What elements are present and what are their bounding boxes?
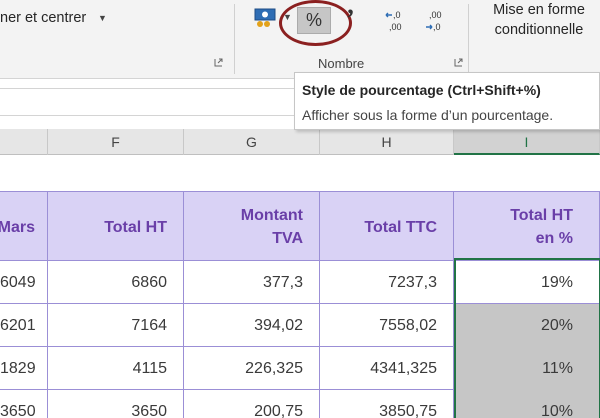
header-cell-total-ttc[interactable]: Total TTC — [320, 192, 454, 262]
cell-total-ttc[interactable]: 7558,02 — [320, 304, 454, 347]
decrease-decimal-icon[interactable]: ,00 ,0 — [424, 8, 448, 34]
column-header-g[interactable]: G — [184, 129, 320, 155]
tooltip-title: Style de pourcentage (Ctrl+Shift+%) — [302, 82, 541, 98]
tooltip-description: Afficher sous la forme d’un pourcentage. — [302, 107, 554, 123]
column-header-i[interactable]: I — [454, 129, 600, 155]
cell-total-ttc[interactable]: 7237,3 — [320, 261, 454, 304]
header-montant: Montant — [240, 207, 303, 224]
cell-total-ht-pct[interactable]: 11% — [454, 347, 600, 390]
comma-style-button[interactable]: ’ — [346, 6, 355, 32]
header-en-pct: en % — [535, 230, 573, 247]
table-row: 6049 6860 377,3 7237,3 19% — [0, 261, 600, 304]
cell-total-ttc[interactable]: 3850,75 — [320, 390, 454, 418]
merge-center-dropdown-icon[interactable]: ▼ — [98, 13, 107, 23]
cell-mars[interactable]: 6049 — [0, 261, 48, 304]
conditional-format-line2: conditionnelle — [494, 22, 584, 38]
number-dialog-launcher-icon[interactable] — [454, 58, 463, 67]
column-header-f[interactable]: F — [48, 129, 184, 155]
highlight-circle — [279, 0, 352, 46]
cell-total-ht[interactable]: 7164 — [48, 304, 184, 347]
cell-total-ht[interactable]: 6860 — [48, 261, 184, 304]
header-cell-mars[interactable]: Mars — [0, 192, 48, 262]
table-row: 1829 4115 226,325 4341,325 11% — [0, 347, 600, 390]
cell-mars[interactable]: 3650 — [0, 390, 48, 418]
increase-decimal-icon[interactable]: ,0 ,00 — [384, 8, 408, 34]
cell-total-ht-pct[interactable]: 10% — [454, 390, 600, 418]
conditional-format-line1: Mise en forme — [493, 2, 585, 18]
header-tva: TVA — [272, 230, 303, 247]
header-cell-total-ht-pct[interactable]: Total HT en % — [454, 192, 600, 262]
ribbon: ner et centrer ▼ ▼ % ’ ,0 ,00 ,00 ,0 Nom… — [0, 0, 600, 79]
decrease-decimal-top: ,00 — [429, 10, 442, 20]
header-cell-montant-tva[interactable]: Montant TVA — [184, 192, 320, 262]
decrease-decimal-bottom: ,0 — [433, 22, 441, 32]
spreadsheet-grid: Mars Total HT Montant TVA Total TTC Tota… — [0, 155, 600, 418]
header-cell-total-ht[interactable]: Total HT — [48, 192, 184, 262]
column-header-h[interactable]: H — [320, 129, 454, 155]
conditional-formatting-button[interactable]: Mise en forme conditionnelle — [478, 0, 600, 40]
column-headers: F G H I — [0, 129, 600, 155]
cell-total-ht[interactable]: 3650 — [48, 390, 184, 418]
cell-total-ttc[interactable]: 4341,325 — [320, 347, 454, 390]
merge-center-button[interactable]: ner et centrer — [0, 10, 86, 26]
cell-mars[interactable]: 1829 — [0, 347, 48, 390]
number-group-label: Nombre — [318, 56, 365, 71]
cell-montant-tva[interactable]: 377,3 — [184, 261, 320, 304]
cell-montant-tva[interactable]: 394,02 — [184, 304, 320, 347]
increase-decimal-top: ,0 — [393, 10, 401, 20]
cell-total-ht-pct[interactable]: 20% — [454, 304, 600, 347]
table-row: 6201 7164 394,02 7558,02 20% — [0, 304, 600, 347]
ribbon-separator — [468, 4, 469, 74]
cell-montant-tva[interactable]: 200,75 — [184, 390, 320, 418]
increase-decimal-bottom: ,00 — [389, 22, 402, 32]
cell-total-ht-pct[interactable]: 19% — [454, 261, 600, 304]
table-row: 3650 3650 200,75 3850,75 10% — [0, 390, 600, 418]
dialog-launcher-icon[interactable] — [214, 58, 223, 67]
table-header-row: Mars Total HT Montant TVA Total TTC Tota… — [0, 191, 600, 262]
header-total-ht: Total HT — [510, 207, 573, 224]
ribbon-separator — [234, 4, 235, 74]
cell-montant-tva[interactable]: 226,325 — [184, 347, 320, 390]
accounting-format-icon[interactable] — [254, 8, 278, 28]
tooltip: Style de pourcentage (Ctrl+Shift+%) Affi… — [294, 72, 600, 130]
cell-mars[interactable]: 6201 — [0, 304, 48, 347]
cell-total-ht[interactable]: 4115 — [48, 347, 184, 390]
column-header-e[interactable] — [0, 129, 48, 155]
